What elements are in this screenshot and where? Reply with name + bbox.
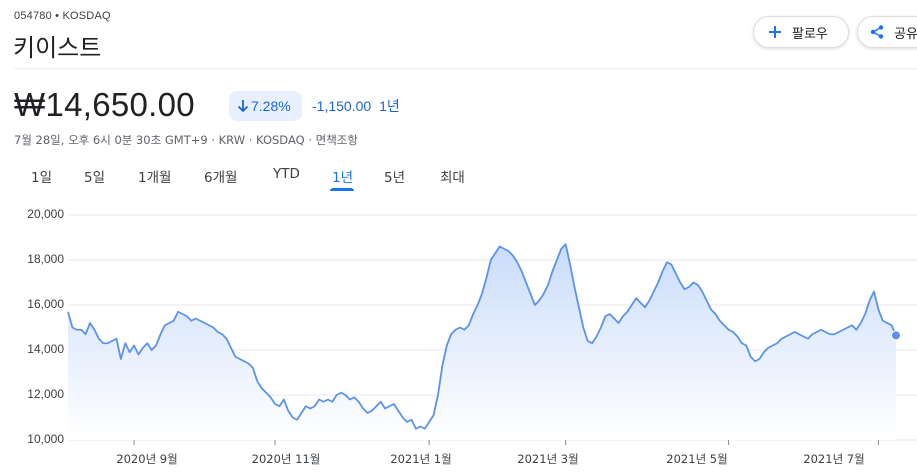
price-area: [68, 244, 896, 440]
last-price-point: [891, 330, 901, 341]
price-chart[interactable]: [0, 0, 917, 472]
